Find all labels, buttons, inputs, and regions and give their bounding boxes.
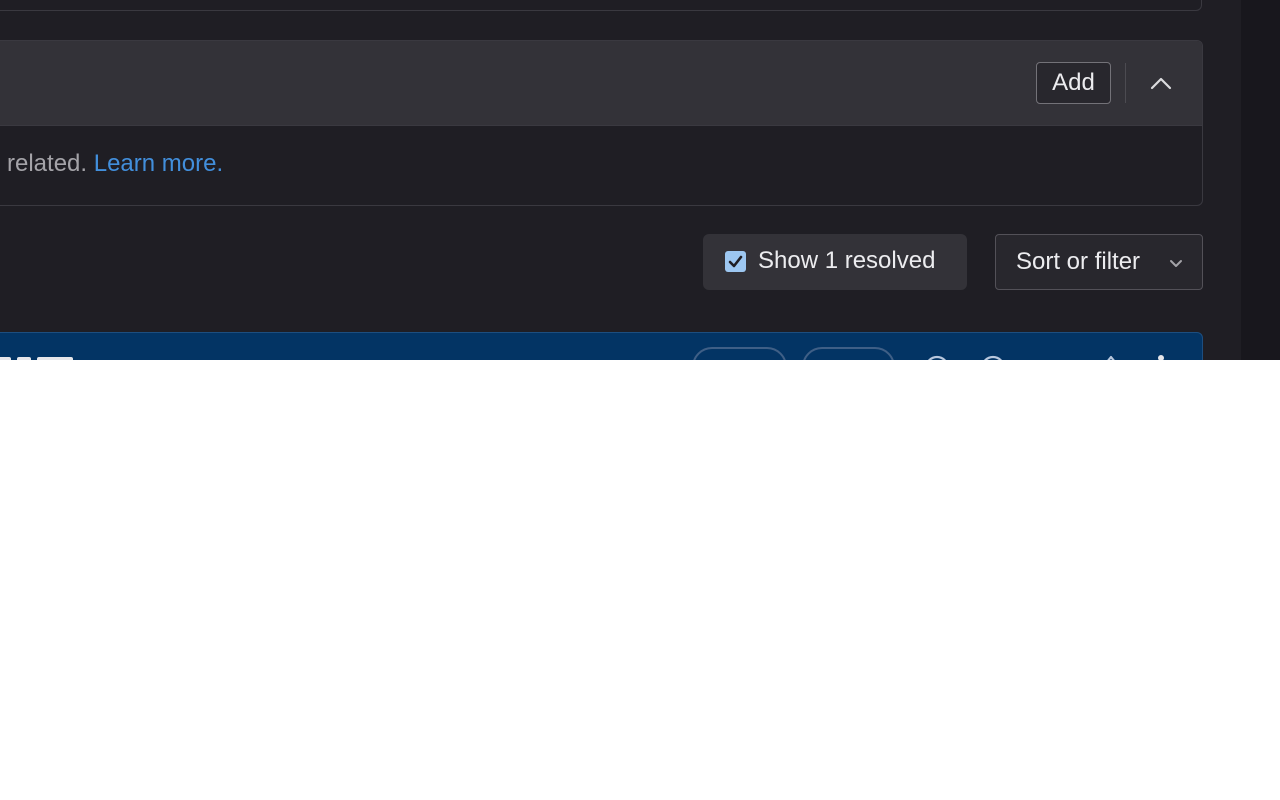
thread-title-glyph (37, 357, 73, 360)
checkmark-icon (728, 255, 743, 268)
collapse-button[interactable] (1141, 63, 1181, 103)
thread-title-glyph (0, 357, 11, 360)
thread-title-glyph (17, 357, 31, 360)
sort-or-filter-dropdown[interactable]: Sort or filter (995, 234, 1203, 290)
thread-title (0, 351, 77, 360)
show-resolved-checkbox[interactable] (725, 251, 746, 272)
show-resolved-label: Show 1 resolved (758, 247, 936, 274)
chevron-up-icon (1150, 77, 1172, 90)
resolve-icon[interactable] (978, 353, 1008, 360)
reaction-icon[interactable] (922, 353, 952, 360)
reply-icon[interactable] (1034, 353, 1064, 360)
thread-badge[interactable] (802, 347, 895, 360)
thread-badge[interactable] (692, 347, 787, 360)
header-divider (1125, 63, 1126, 103)
edit-icon[interactable] (1096, 353, 1126, 360)
right-gutter (1241, 0, 1280, 360)
chevron-down-icon (1166, 253, 1186, 273)
help-text-content: re related. (0, 150, 88, 177)
previous-card (0, 0, 1202, 11)
app-viewport: Add re related. Learn more. Show 1 resol… (0, 0, 1280, 360)
related-items-body: re related. Learn more. (0, 126, 1202, 205)
related-items-card: Add re related. Learn more. (0, 40, 1203, 206)
learn-more-link[interactable]: Learn more. (94, 150, 223, 177)
sort-or-filter-label: Sort or filter (1016, 248, 1141, 275)
show-resolved-toggle[interactable]: Show 1 resolved (703, 234, 967, 290)
help-text: re related. Learn more. (0, 150, 223, 178)
add-button[interactable]: Add (1036, 62, 1111, 104)
more-actions-icon[interactable] (1146, 353, 1176, 360)
discussion-thread-header (0, 332, 1203, 360)
related-items-header: Add (0, 41, 1202, 126)
